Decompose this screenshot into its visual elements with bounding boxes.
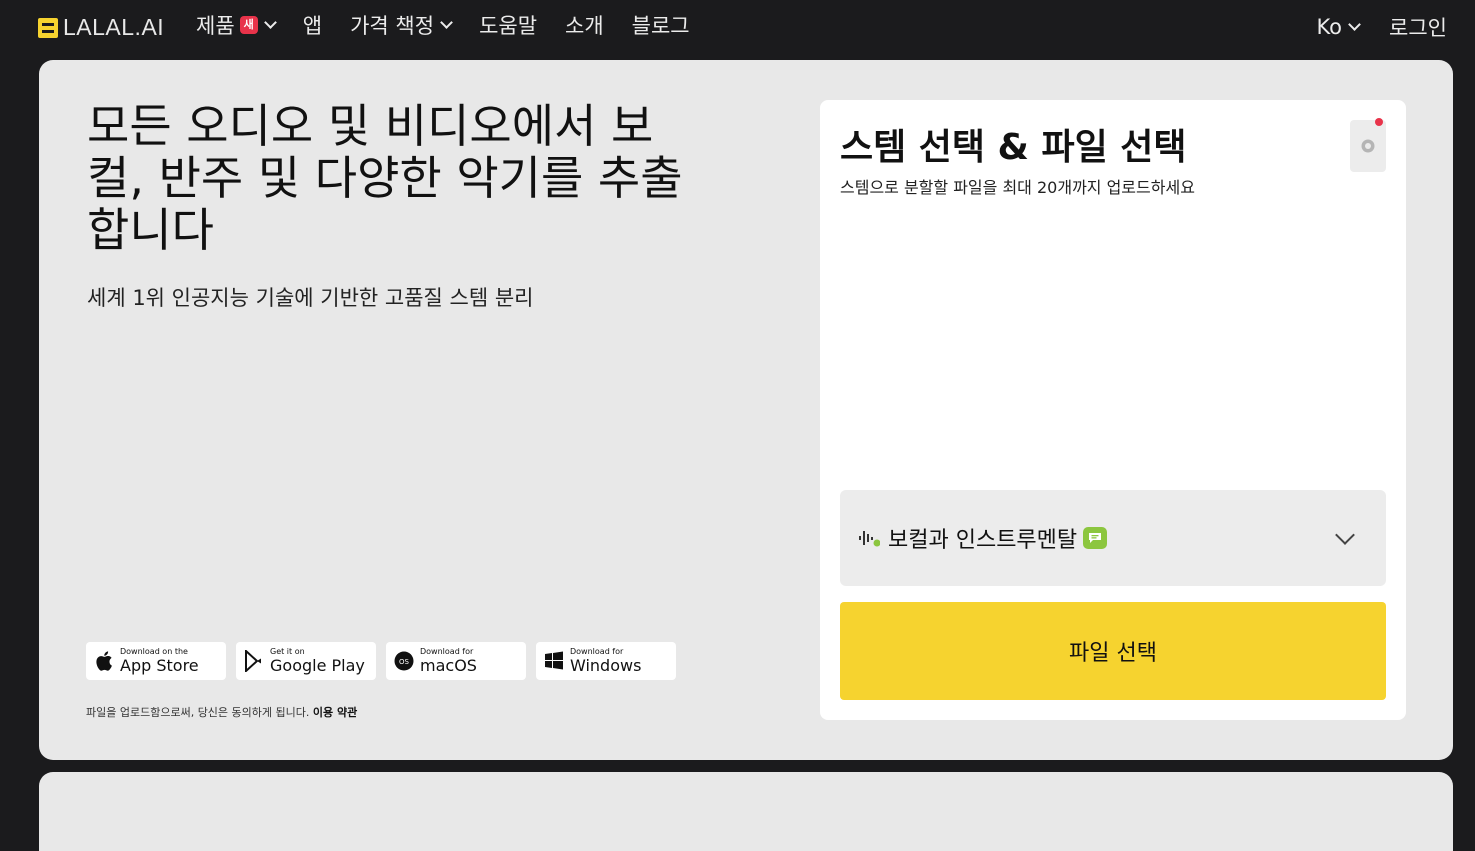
notification-dot — [1375, 118, 1383, 126]
gear-icon — [1361, 139, 1375, 153]
chevron-down-icon — [440, 16, 453, 29]
terms-notice: 파일을 업로드함으로써, 당신은 동의하게 됩니다. 이용 약관 — [86, 704, 357, 720]
macos-button[interactable]: OS Download for macOS — [386, 642, 526, 680]
stem-selector[interactable]: 보컬과 인스트루멘탈 — [840, 490, 1386, 586]
language-label: Ko — [1316, 15, 1343, 39]
windows-icon — [544, 650, 564, 672]
apple-icon — [94, 650, 114, 672]
store-name: Windows — [570, 656, 642, 675]
store-caption: Download for — [420, 647, 474, 656]
nav-item-pricing[interactable]: 가격 책정 — [350, 10, 453, 40]
upload-title: 스템 선택 & 파일 선택 — [840, 127, 1187, 168]
terms-text: 파일을 업로드함으로써, 당신은 동의하게 됩니다. — [86, 706, 310, 719]
nav-item-app[interactable]: 앱 — [303, 10, 322, 40]
nav-label: 앱 — [302, 14, 323, 38]
hero-section: 모든 오디오 및 비디오에서 보컬, 반주 및 다양한 악기를 추출합니다 세계… — [39, 60, 1453, 760]
hero-title: 모든 오디오 및 비디오에서 보컬, 반주 및 다양한 악기를 추출합니다 — [87, 99, 683, 257]
store-caption: Get it on — [270, 647, 305, 656]
nav-item-products[interactable]: 제품 새 — [196, 10, 277, 40]
store-name: macOS — [420, 656, 477, 675]
brand-logo[interactable]: LALAL.AI — [38, 14, 164, 41]
main-nav: 제품 새 앱 가격 책정 도움말 소개 블로그 — [196, 10, 690, 40]
brand-name: LALAL.AI — [63, 14, 165, 40]
secondary-section — [39, 772, 1453, 851]
nav-label: 블로그 — [631, 14, 690, 38]
store-buttons: Download on the App Store Get it on Goog… — [86, 642, 676, 680]
stem-option-label: 보컬과 인스트루멘탈 — [888, 528, 1078, 553]
login-link[interactable]: 로그인 — [1389, 12, 1447, 42]
nav-right: Ko 로그인 — [1316, 12, 1447, 42]
svg-text:OS: OS — [399, 658, 410, 666]
google-play-button[interactable]: Get it on Google Play — [236, 642, 376, 680]
chevron-down-icon — [1348, 18, 1361, 31]
chevron-down-icon — [1335, 525, 1355, 545]
macos-icon: OS — [394, 650, 414, 672]
top-navigation: LALAL.AI 제품 새 앱 가격 책정 도움말 소개 블로그 Ko 로그인 — [0, 0, 1475, 60]
nav-item-about[interactable]: 소개 — [565, 10, 604, 40]
settings-button[interactable] — [1350, 118, 1386, 172]
nav-label: 가격 책정 — [350, 14, 435, 38]
nav-label: 도움말 — [479, 14, 538, 38]
language-selector[interactable]: Ko — [1316, 15, 1361, 39]
store-name: Google Play — [270, 656, 365, 675]
store-caption: Download on the — [120, 647, 188, 656]
login-label: 로그인 — [1389, 16, 1447, 40]
windows-button[interactable]: Download for Windows — [536, 642, 676, 680]
select-file-button[interactable]: 파일 선택 — [840, 602, 1386, 700]
chevron-down-icon — [263, 16, 277, 29]
store-caption: Download for — [570, 647, 624, 656]
nav-label: 제품 — [196, 14, 235, 38]
hero-subtitle: 세계 1위 인공지능 기술에 기반한 고품질 스템 분리 — [87, 286, 534, 310]
logo-icon — [38, 17, 58, 38]
nav-item-blog[interactable]: 블로그 — [632, 10, 690, 40]
waveform-icon — [859, 531, 880, 547]
new-badge: 새 — [239, 16, 258, 34]
upload-subtitle: 스템으로 분할할 파일을 최대 20개까지 업로드하세요 — [840, 178, 1195, 197]
google-play-icon — [244, 650, 264, 672]
app-store-button[interactable]: Download on the App Store — [86, 642, 226, 680]
chat-icon — [1083, 527, 1108, 549]
nav-item-help[interactable]: 도움말 — [479, 10, 537, 40]
nav-label: 소개 — [565, 14, 604, 38]
store-name: App Store — [120, 656, 199, 675]
upload-panel: 스템 선택 & 파일 선택 스템으로 분할할 파일을 최대 20개까지 업로드하… — [820, 100, 1406, 720]
terms-link[interactable]: 이용 약관 — [313, 706, 357, 719]
